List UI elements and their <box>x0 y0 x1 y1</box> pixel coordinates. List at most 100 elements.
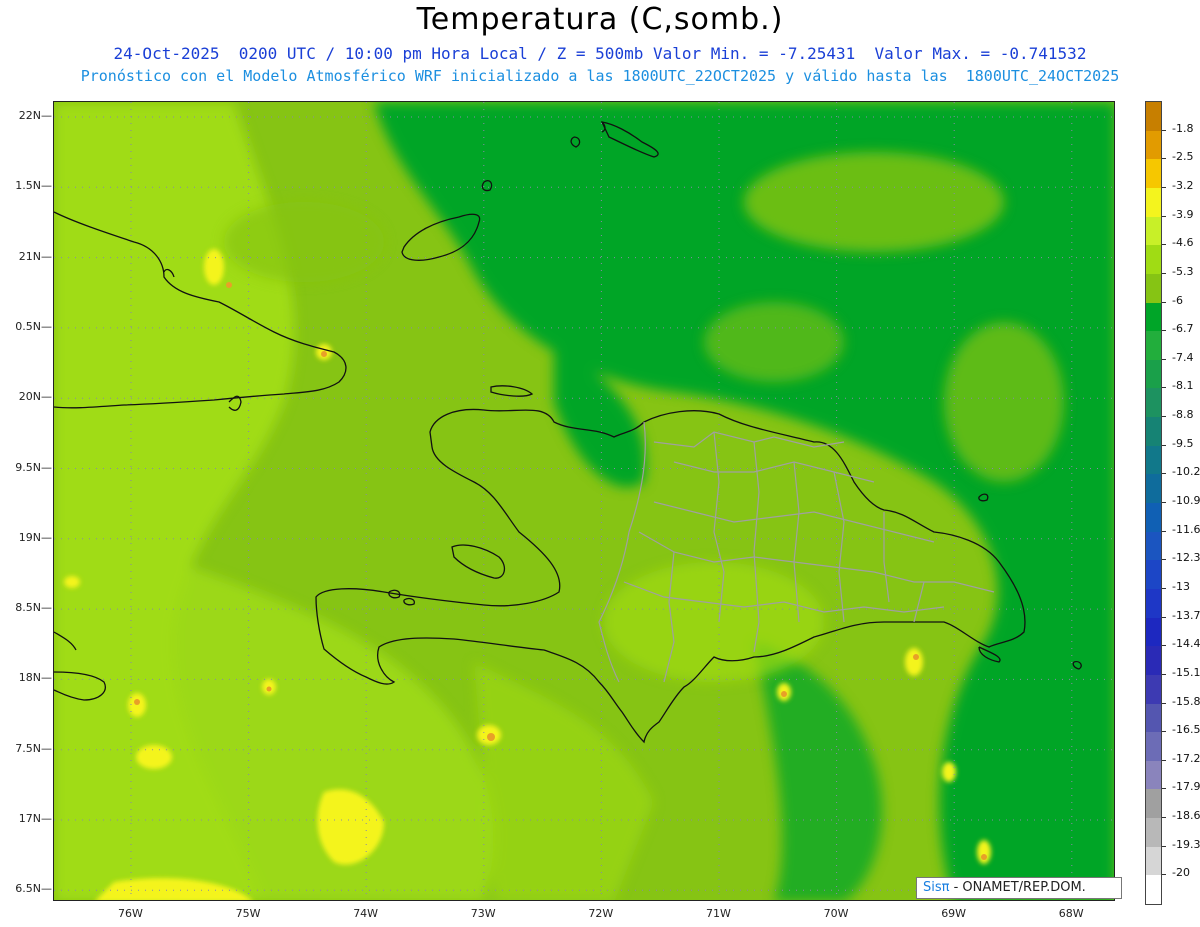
lat-label: 7.5N— <box>15 741 52 755</box>
colorbar-tick <box>1162 502 1166 503</box>
colorbar-segment <box>1146 388 1161 418</box>
colorbar-tick <box>1162 817 1166 819</box>
colorbar-label: -2.5 <box>1172 150 1194 164</box>
credit-text: - ONAMET/REP.DOM. <box>949 880 1086 895</box>
colorbar-tick <box>1162 559 1166 561</box>
colorbar-label: -6 <box>1172 293 1183 307</box>
lat-label: 8.5N— <box>15 601 52 615</box>
colorbar-segment <box>1146 130 1161 160</box>
lat-label: 6.5N— <box>15 882 52 896</box>
colorbar-tick <box>1162 616 1166 618</box>
colorbar-segment <box>1146 331 1161 361</box>
lon-label: 71W <box>706 907 731 920</box>
lon-label: 73W <box>470 907 496 920</box>
colorbar-tick <box>1162 244 1166 246</box>
colorbar-label: -13.7 <box>1172 608 1200 622</box>
colorbar-tick <box>1162 788 1166 790</box>
lat-label: 9.5N— <box>15 460 52 474</box>
colorbar-segment <box>1146 159 1161 189</box>
colorbar-tick <box>1162 874 1166 876</box>
colorbar-segment <box>1146 560 1161 590</box>
colorbar-segment <box>1146 302 1161 332</box>
colorbar-segment <box>1146 846 1161 876</box>
lat-label: 19N— <box>18 530 52 544</box>
valid-time-line: 24-Oct-2025 0200 UTC / 10:00 pm Hora Loc… <box>113 44 1087 63</box>
colorbar-segment <box>1146 474 1161 504</box>
colorbar-segment <box>1146 531 1161 561</box>
colorbar-tick <box>1162 272 1166 274</box>
temperature-map <box>53 101 1115 901</box>
colorbar-label: -15.1 <box>1172 665 1200 679</box>
colorbar-tick <box>1162 530 1166 532</box>
colorbar-label: -10.9 <box>1172 494 1200 507</box>
colorbar-segment <box>1146 102 1161 132</box>
colorbar <box>1145 101 1162 905</box>
credit-box: Sisπ - ONAMET/REP.DOM. <box>916 877 1122 899</box>
colorbar-label: -18.6 <box>1172 809 1200 823</box>
model-info-line: Pronóstico con el Modelo Atmosférico WRF… <box>80 67 1120 85</box>
colorbar-segment <box>1146 273 1161 303</box>
colorbar-tick <box>1162 845 1166 847</box>
colorbar-segment <box>1146 245 1161 275</box>
colorbar-label: -10.2 <box>1172 465 1200 479</box>
colorbar-label: -17.2 <box>1172 751 1200 765</box>
lat-label: 0.5N— <box>15 319 52 333</box>
colorbar-tick <box>1162 186 1166 188</box>
colorbar-segment <box>1146 703 1161 733</box>
colorbar-label: -8.8 <box>1172 408 1194 422</box>
colorbar-tick <box>1162 158 1166 160</box>
colorbar-tick <box>1162 645 1166 647</box>
colorbar-label: -13 <box>1172 579 1190 593</box>
lon-label: 74W <box>353 907 379 920</box>
colorbar-segment <box>1146 588 1161 619</box>
colorbar-tick <box>1162 358 1166 360</box>
colorbar-segment <box>1146 359 1161 389</box>
colorbar-tick <box>1162 387 1166 389</box>
colorbar-segment <box>1146 789 1161 819</box>
colorbar-segment <box>1146 216 1161 246</box>
lon-label: 70W <box>823 907 849 920</box>
colorbar-tick <box>1162 731 1166 733</box>
colorbar-segment <box>1146 674 1161 704</box>
colorbar-segment <box>1146 503 1161 533</box>
colorbar-segment <box>1146 646 1161 676</box>
colorbar-segment <box>1146 760 1161 790</box>
lat-label: 18N— <box>18 671 52 685</box>
colorbar-segment <box>1146 187 1161 218</box>
colorbar-segment <box>1146 445 1161 475</box>
lon-label: 76W <box>118 907 143 920</box>
colorbar-segment <box>1146 818 1161 848</box>
colorbar-label: -8.1 <box>1172 379 1194 393</box>
lat-label: 22N— <box>18 109 52 122</box>
colorbar-label: -15.8 <box>1172 694 1200 708</box>
colorbar-label: -17.9 <box>1172 780 1200 794</box>
lon-label: 75W <box>235 907 261 920</box>
colorbar-label: -5.3 <box>1172 264 1194 278</box>
colorbar-tick <box>1162 473 1166 475</box>
lat-label: 17N— <box>18 812 52 825</box>
colorbar-segment <box>1146 417 1161 447</box>
colorbar-segment <box>1146 617 1161 647</box>
sispi-logo: Sisπ <box>923 880 950 895</box>
lat-label: 1.5N— <box>15 179 52 193</box>
colorbar-label: -11.6 <box>1172 522 1200 536</box>
lon-label: 72W <box>588 907 614 920</box>
lat-label: 21N— <box>18 249 52 263</box>
colorbar-label: -14.4 <box>1172 637 1200 651</box>
lon-label: 69W <box>941 907 967 920</box>
colorbar-label: -7.4 <box>1172 350 1194 364</box>
page-title: Temperatura (C,somb.) <box>416 2 784 37</box>
colorbar-label: -16.5 <box>1172 723 1200 737</box>
colorbar-label: -3.9 <box>1172 207 1194 221</box>
colorbar-label: -4.6 <box>1172 236 1194 250</box>
colorbar-tick <box>1162 702 1166 704</box>
colorbar-tick <box>1162 587 1166 589</box>
colorbar-tick <box>1162 215 1166 217</box>
colorbar-label: -1.8 <box>1172 121 1194 135</box>
colorbar-segment <box>1146 875 1161 905</box>
colorbar-tick <box>1162 301 1166 303</box>
map-canvas <box>54 102 1114 900</box>
colorbar-label: -3.2 <box>1172 178 1194 192</box>
lon-label: 68W <box>1058 907 1084 920</box>
colorbar-segment <box>1146 732 1161 762</box>
